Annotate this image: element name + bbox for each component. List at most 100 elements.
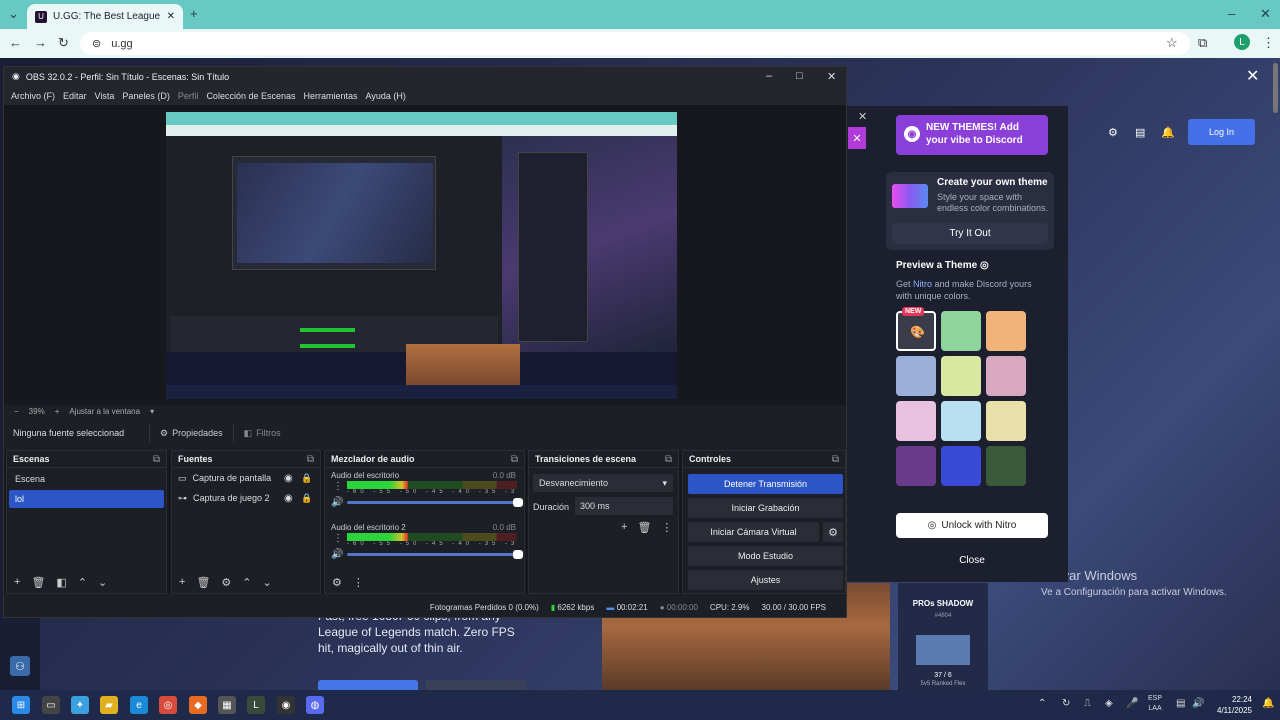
visibility-eye-icon[interactable]: ◉ (284, 493, 293, 504)
network-icon[interactable]: ▤ (1176, 698, 1185, 709)
tray-mic-icon[interactable]: 🎤 (1126, 698, 1138, 709)
slider-knob[interactable] (513, 550, 523, 559)
tab-close-icon[interactable]: ✕ (167, 11, 175, 22)
more-icon[interactable]: ⋮ (661, 521, 672, 534)
obs-minimize-icon[interactable]: – (766, 70, 772, 82)
source-item[interactable]: ⊶ Captura de juego 2 ◉ 🔒 (172, 488, 320, 508)
extensions-icon[interactable]: ⧉ (1198, 35, 1207, 51)
close-button[interactable]: Close (896, 548, 1048, 572)
bell-icon[interactable]: 🔔 (1161, 126, 1175, 139)
move-up-icon[interactable]: ⌃ (242, 576, 251, 589)
obs-menu-item[interactable]: Ayuda (H) (366, 91, 406, 101)
visibility-eye-icon[interactable]: ◉ (284, 473, 293, 484)
league-icon[interactable]: L (247, 696, 265, 714)
source-item[interactable]: ▭ Captura de pantalla ◉ 🔒 (172, 468, 320, 488)
clock[interactable]: 22:24 4/11/2025 (1212, 694, 1252, 716)
promo-secondary-button[interactable] (426, 680, 526, 690)
obs-menu-item[interactable]: Archivo (F) (11, 91, 55, 101)
promo-primary-button[interactable] (318, 680, 418, 690)
file-explorer-icon[interactable]: ▰ (100, 696, 118, 714)
popup-close-icon[interactable]: ✕ (848, 127, 866, 149)
obs-menu-item[interactable]: Paneles (D) (122, 91, 170, 101)
scene-item-selected[interactable]: lol (9, 490, 164, 508)
volume-icon[interactable]: 🔊 (1192, 698, 1204, 709)
address-bar[interactable]: ⊜ u.gg (80, 32, 1190, 55)
theme-swatch[interactable] (941, 401, 981, 441)
properties-button[interactable]: ⚙ Propiedades (149, 424, 233, 442)
theme-swatch[interactable] (896, 446, 936, 486)
trash-icon[interactable]: 🗑 (31, 576, 45, 589)
filter-icon[interactable]: ◧ (56, 576, 66, 589)
filters-button[interactable]: ◧ Filtros (232, 424, 291, 442)
studio-mode-button[interactable]: Modo Estudio (688, 546, 843, 566)
channel-menu-icon[interactable]: ⋮ (333, 481, 343, 492)
duration-input[interactable]: 300 ms (575, 497, 673, 515)
gear-icon[interactable]: ⚙ (221, 576, 231, 589)
copilot-icon[interactable]: ✦ (71, 696, 89, 714)
profile-avatar[interactable]: L (1234, 34, 1250, 50)
undock-icon[interactable]: ⧉ (153, 454, 160, 465)
undock-icon[interactable]: ⧉ (307, 454, 314, 465)
start-virtual-camera-button[interactable]: Iniciar Cámara Virtual (688, 522, 819, 542)
zoom-in-icon[interactable]: + (55, 407, 60, 416)
forward-icon[interactable]: → (34, 35, 47, 50)
add-icon[interactable]: + (14, 576, 20, 588)
advanced-audio-icon[interactable]: ⚙ (332, 576, 342, 589)
tray-sync-icon[interactable]: ↻ (1062, 698, 1070, 709)
close-window-icon[interactable]: ✕ (1260, 6, 1271, 22)
discord-taskbar-icon[interactable]: ◍ (306, 696, 324, 714)
settings-button[interactable]: Ajustes (688, 570, 843, 590)
zoom-dropdown-icon[interactable]: ▾ (150, 407, 154, 416)
obs-preview[interactable] (4, 105, 846, 405)
obs-menu-item[interactable]: Colección de Escenas (206, 91, 295, 101)
obs-maximize-icon[interactable]: □ (796, 70, 803, 82)
obs-close-icon[interactable]: ✕ (827, 70, 836, 83)
undock-icon[interactable]: ⧉ (511, 454, 518, 465)
theme-swatch[interactable] (986, 356, 1026, 396)
obs-menu-item[interactable]: Herramientas (304, 91, 358, 101)
edge-icon[interactable]: e (130, 696, 148, 714)
page-scrollbar[interactable] (1273, 63, 1278, 113)
move-down-icon[interactable]: ⌄ (98, 576, 107, 589)
minimize-icon[interactable]: – (1228, 6, 1235, 21)
browser-tab-ugg[interactable]: U U.GG: The Best League of Lege ✕ (27, 4, 183, 29)
obs-menu-item[interactable]: Perfil (178, 91, 199, 101)
windows-start-icon[interactable]: ⊞ (12, 696, 30, 714)
transition-select[interactable]: Desvanecimiento ▾ (533, 474, 673, 492)
settings-icon[interactable]: ⚙ (1108, 126, 1118, 139)
zoom-fit-label[interactable]: Ajustar a la ventana (69, 407, 140, 416)
speaker-icon[interactable]: 🔊 (331, 497, 343, 508)
stop-streaming-button[interactable]: Detener Transmisión (688, 474, 843, 494)
obs-menu-item[interactable]: Editar (63, 91, 87, 101)
store-icon[interactable]: ▦ (218, 696, 236, 714)
unlock-nitro-button[interactable]: ◎ Unlock with Nitro (896, 513, 1048, 538)
chrome-icon[interactable]: ◎ (159, 696, 177, 714)
undock-icon[interactable]: ⧉ (665, 454, 672, 465)
tray-chevron-icon[interactable]: ⌃ (1038, 698, 1046, 709)
popup-dismiss-icon[interactable]: ✕ (858, 110, 867, 123)
profile-card[interactable]: PROs SHADOW #4804 37 / 6 5v5 Ranked Flex (898, 583, 988, 690)
theme-swatch[interactable]: NEW 🎨 (896, 307, 936, 351)
lock-icon[interactable]: 🔒 (301, 473, 312, 484)
volume-slider[interactable] (347, 498, 523, 507)
brave-icon[interactable]: ◆ (189, 696, 207, 714)
more-menu-icon[interactable]: ⋮ (1262, 35, 1275, 51)
virtual-camera-settings-icon[interactable]: ⚙ (823, 522, 843, 542)
move-down-icon[interactable]: ⌄ (263, 576, 272, 589)
obs-taskbar-icon[interactable]: ◉ (277, 696, 295, 714)
try-it-out-button[interactable]: Try It Out (892, 223, 1048, 244)
language-indicator[interactable]: ESP LAA (1148, 694, 1162, 714)
user-icon[interactable]: ⚇ (10, 656, 30, 676)
new-tab-icon[interactable]: + (190, 6, 198, 21)
notification-bell-icon[interactable]: 🔔 (1262, 698, 1274, 709)
trash-icon[interactable]: 🗑 (196, 576, 210, 589)
back-icon[interactable]: ← (9, 35, 22, 50)
theme-swatch[interactable] (986, 446, 1026, 486)
reload-icon[interactable]: ↻ (58, 35, 69, 51)
lock-icon[interactable]: 🔒 (301, 493, 312, 504)
zoom-out-icon[interactable]: − (14, 407, 19, 416)
start-recording-button[interactable]: Iniciar Grabación (688, 498, 843, 518)
add-icon[interactable]: + (621, 521, 627, 534)
site-info-icon[interactable]: ⊜ (92, 37, 101, 50)
bookmark-star-icon[interactable]: ☆ (1166, 35, 1178, 51)
